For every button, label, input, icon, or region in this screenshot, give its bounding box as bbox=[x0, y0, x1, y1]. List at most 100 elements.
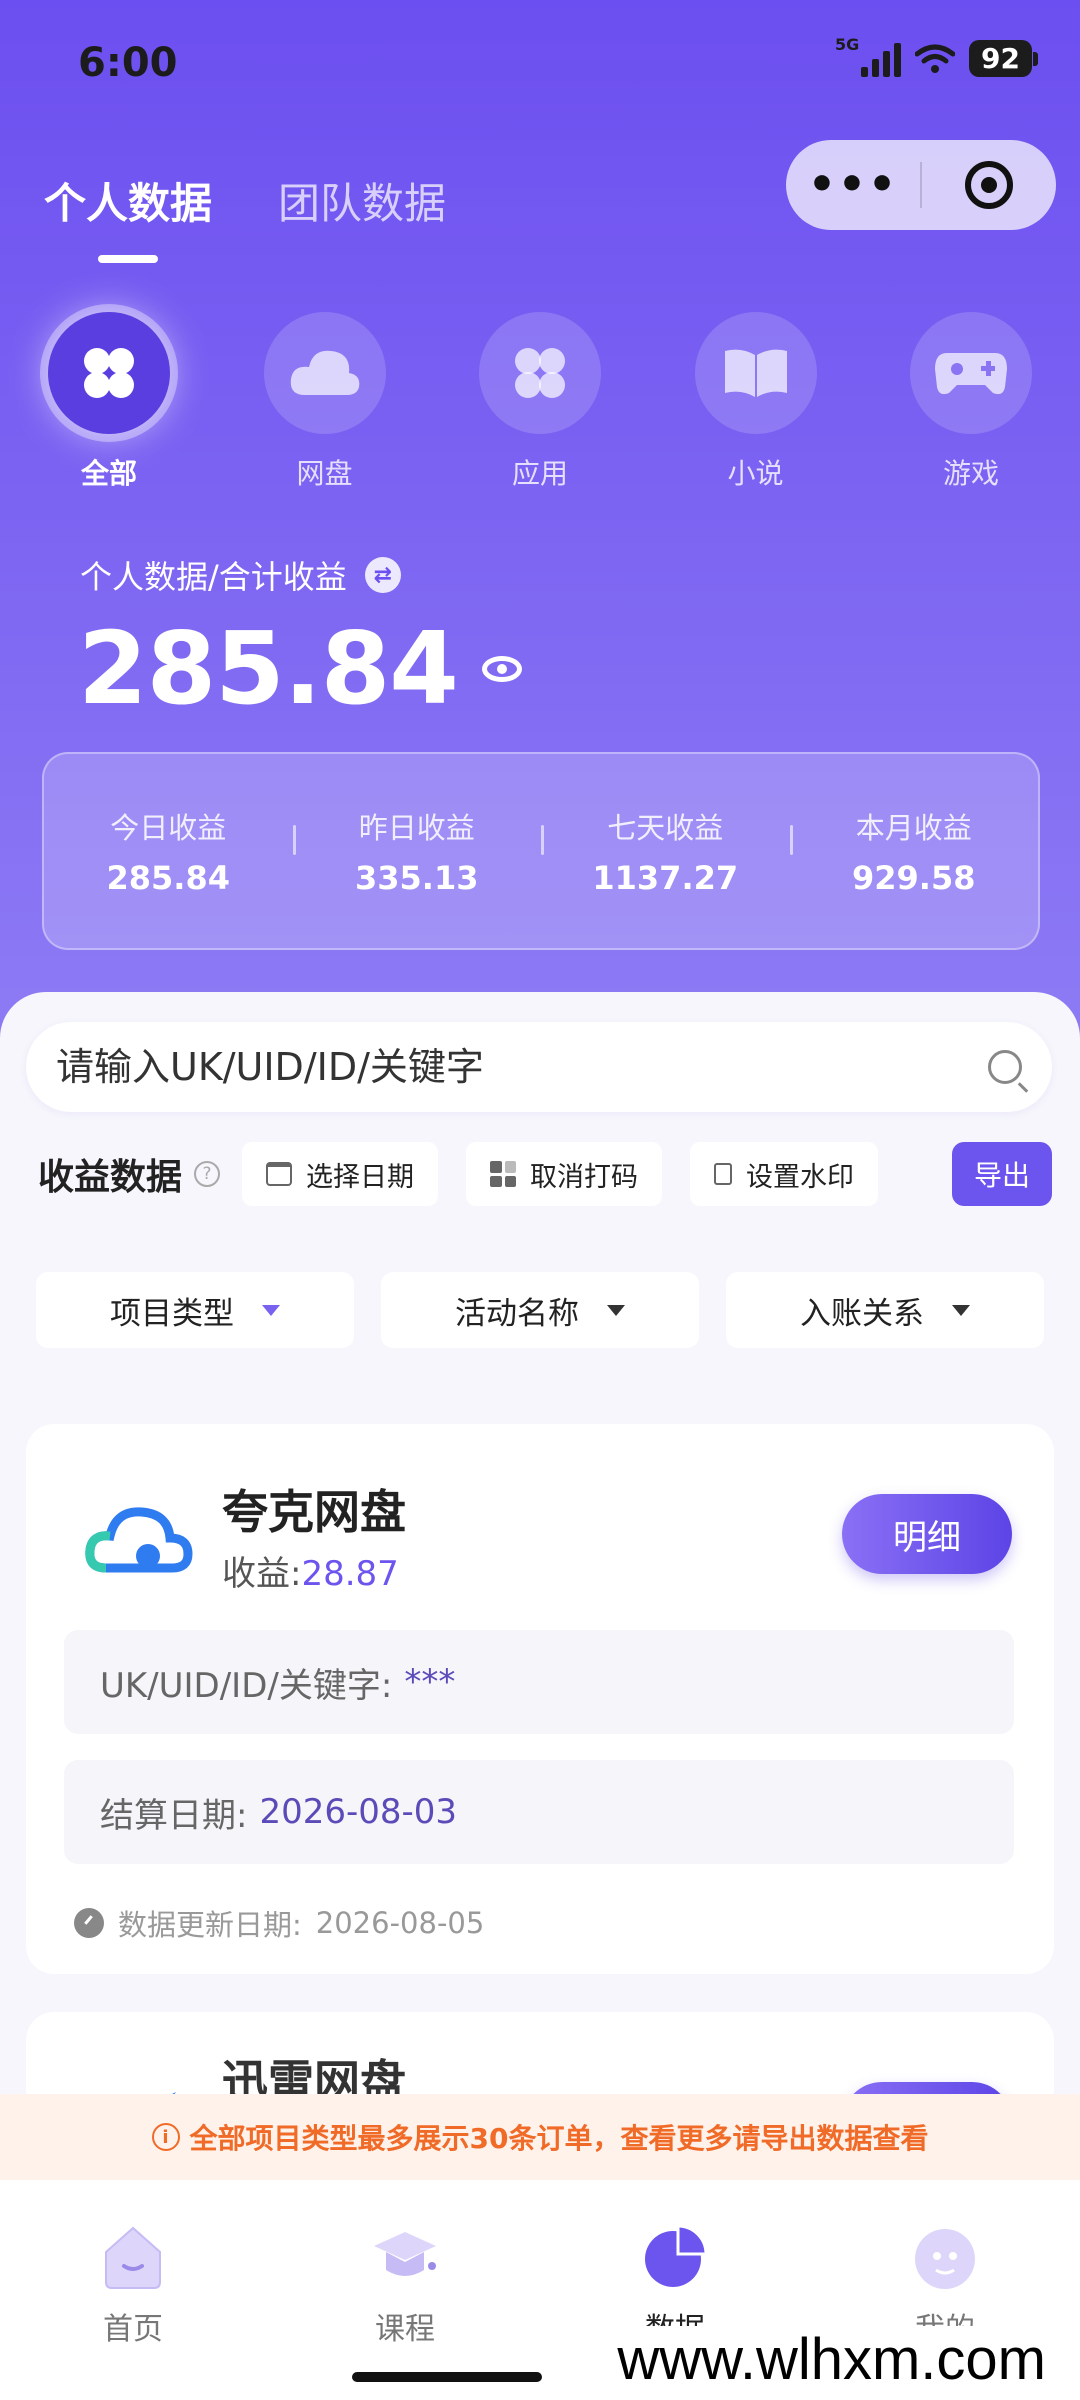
earning-value: 28.87 bbox=[301, 1554, 399, 1594]
key-value: *** bbox=[404, 1662, 456, 1702]
settle-label: 结算日期: bbox=[100, 1795, 248, 1836]
category-cloud-disk[interactable]: 网盘 bbox=[260, 312, 390, 492]
stat-label: 本月收益 bbox=[855, 811, 972, 845]
category-apps[interactable]: 应用 bbox=[475, 312, 605, 492]
profile-icon bbox=[915, 2229, 975, 2289]
updated-value: 2026-08-05 bbox=[315, 1906, 485, 1940]
earnings-toolbar: 收益数据 ? 选择日期 取消打码 设置水印 导出 bbox=[38, 1142, 1052, 1206]
key-label: UK/UID/ID/关键字: bbox=[100, 1665, 393, 1706]
section-title: 收益数据 bbox=[38, 1157, 183, 1198]
data-tabs: 个人数据 团队数据 bbox=[44, 170, 446, 263]
clock-icon bbox=[74, 1908, 104, 1938]
stat-yesterday: 昨日收益 335.13 bbox=[292, 805, 542, 897]
filter-label: 活动名称 bbox=[455, 1295, 579, 1332]
stat-label: 今日收益 bbox=[110, 811, 227, 845]
stat-value: 929.58 bbox=[852, 859, 976, 897]
search-icon[interactable] bbox=[988, 1050, 1022, 1084]
more-menu-button[interactable]: ••• bbox=[786, 140, 920, 230]
clover-icon bbox=[84, 348, 134, 398]
nav-home[interactable]: 首页 bbox=[58, 2222, 208, 2348]
settle-value: 2026-08-03 bbox=[259, 1792, 458, 1832]
tab-personal-data[interactable]: 个人数据 bbox=[44, 170, 212, 263]
pie-chart-icon bbox=[645, 2224, 708, 2287]
info-icon: i bbox=[151, 2123, 180, 2151]
filter-project-type[interactable]: 项目类型 bbox=[36, 1272, 354, 1348]
status-time: 6:00 bbox=[78, 40, 178, 86]
category-novels[interactable]: 小说 bbox=[691, 312, 821, 492]
eye-icon[interactable] bbox=[481, 655, 522, 682]
document-icon bbox=[714, 1163, 733, 1185]
category-label: 应用 bbox=[511, 457, 568, 490]
stat-label: 七天收益 bbox=[607, 811, 724, 845]
filter-activity-name[interactable]: 活动名称 bbox=[381, 1272, 699, 1348]
home-indicator[interactable] bbox=[352, 2372, 542, 2382]
category-all[interactable]: 全部 bbox=[44, 312, 174, 492]
record-settle-row: 结算日期: 2026-08-03 bbox=[64, 1760, 1014, 1864]
wifi-icon bbox=[915, 44, 956, 73]
record-key-row: UK/UID/ID/关键字: *** bbox=[64, 1630, 1014, 1734]
home-icon bbox=[105, 2226, 161, 2289]
book-icon bbox=[724, 349, 787, 397]
status-indicators: 5G 92 bbox=[835, 35, 1038, 77]
category-label: 全部 bbox=[80, 457, 137, 490]
set-watermark-label: 设置水印 bbox=[746, 1161, 855, 1193]
select-date-label: 选择日期 bbox=[306, 1161, 415, 1193]
apps-icon bbox=[515, 348, 565, 398]
filter-label: 入账关系 bbox=[800, 1295, 924, 1332]
miniprogram-capsule: ••• bbox=[786, 140, 1056, 230]
calendar-icon bbox=[266, 1162, 293, 1186]
summary-header: 个人数据/合计收益 ⇄ bbox=[80, 552, 401, 598]
mosaic-icon bbox=[490, 1161, 517, 1187]
stat-value: 335.13 bbox=[355, 859, 479, 897]
filter-bar: 项目类型 活动名称 入账关系 bbox=[36, 1272, 1044, 1348]
signal-icon: 5G bbox=[835, 35, 902, 77]
summary-label: 个人数据/合计收益 bbox=[80, 558, 347, 596]
caret-down-icon bbox=[952, 1304, 970, 1316]
earning-label: 收益: bbox=[222, 1554, 302, 1594]
export-button[interactable]: 导出 bbox=[952, 1142, 1052, 1206]
close-miniprogram-button[interactable] bbox=[922, 161, 1056, 209]
stat-value: 1137.27 bbox=[592, 859, 739, 897]
notice-text: 全部项目类型最多展示30条订单，查看更多请导出数据查看 bbox=[189, 2122, 929, 2155]
nav-label: 首页 bbox=[103, 2312, 163, 2347]
nav-courses[interactable]: 课程 bbox=[330, 2222, 480, 2348]
quark-cloud-logo bbox=[85, 1507, 193, 1573]
record-earning: 收益:28.87 bbox=[222, 1546, 399, 1595]
stat-this-month: 本月收益 929.58 bbox=[789, 805, 1039, 897]
graduation-cap-icon bbox=[374, 2232, 436, 2276]
record-card: 夸克网盘 收益:28.87 明细 UK/UID/ID/关键字: *** 结算日期… bbox=[26, 1424, 1054, 1974]
filter-label: 项目类型 bbox=[110, 1295, 234, 1332]
detail-button[interactable]: 明细 bbox=[842, 1494, 1012, 1574]
stat-today: 今日收益 285.84 bbox=[44, 805, 293, 897]
category-games[interactable]: 游戏 bbox=[906, 312, 1036, 492]
filter-entry-relation[interactable]: 入账关系 bbox=[726, 1272, 1044, 1348]
set-watermark-button[interactable]: 设置水印 bbox=[690, 1142, 879, 1206]
category-label: 小说 bbox=[727, 457, 784, 490]
cloud-icon bbox=[290, 350, 359, 395]
stat-value: 285.84 bbox=[106, 859, 230, 897]
tab-team-data[interactable]: 团队数据 bbox=[278, 170, 446, 231]
stat-label: 昨日收益 bbox=[358, 811, 475, 845]
category-label: 游戏 bbox=[942, 457, 999, 490]
help-icon[interactable]: ? bbox=[194, 1161, 221, 1187]
nav-label: 课程 bbox=[375, 2312, 435, 2347]
category-label: 网盘 bbox=[296, 457, 353, 490]
updated-label: 数据更新日期: bbox=[118, 1908, 302, 1942]
notice-banner: i 全部项目类型最多展示30条订单，查看更多请导出数据查看 bbox=[0, 2094, 1080, 2180]
search-bar bbox=[26, 1022, 1052, 1112]
watermark-text: www.wlhxm.com bbox=[611, 2326, 1052, 2393]
cancel-mosaic-button[interactable]: 取消打码 bbox=[466, 1142, 663, 1206]
gamepad-icon bbox=[935, 353, 1007, 395]
network-type: 5G bbox=[835, 34, 860, 54]
total-earnings-value: 285.84 bbox=[78, 610, 459, 727]
status-bar: 6:00 5G 92 bbox=[78, 35, 1038, 92]
search-input[interactable] bbox=[56, 1045, 988, 1089]
select-date-button[interactable]: 选择日期 bbox=[242, 1142, 439, 1206]
stat-seven-days: 七天收益 1137.27 bbox=[541, 805, 790, 897]
total-earnings: 285.84 bbox=[78, 610, 522, 727]
caret-down-icon bbox=[262, 1304, 280, 1316]
swap-icon[interactable]: ⇄ bbox=[364, 557, 401, 593]
caret-down-icon bbox=[607, 1304, 625, 1316]
category-selector: 全部 网盘 应用 小说 游戏 bbox=[44, 312, 1036, 492]
battery-indicator: 92 bbox=[969, 40, 1038, 77]
